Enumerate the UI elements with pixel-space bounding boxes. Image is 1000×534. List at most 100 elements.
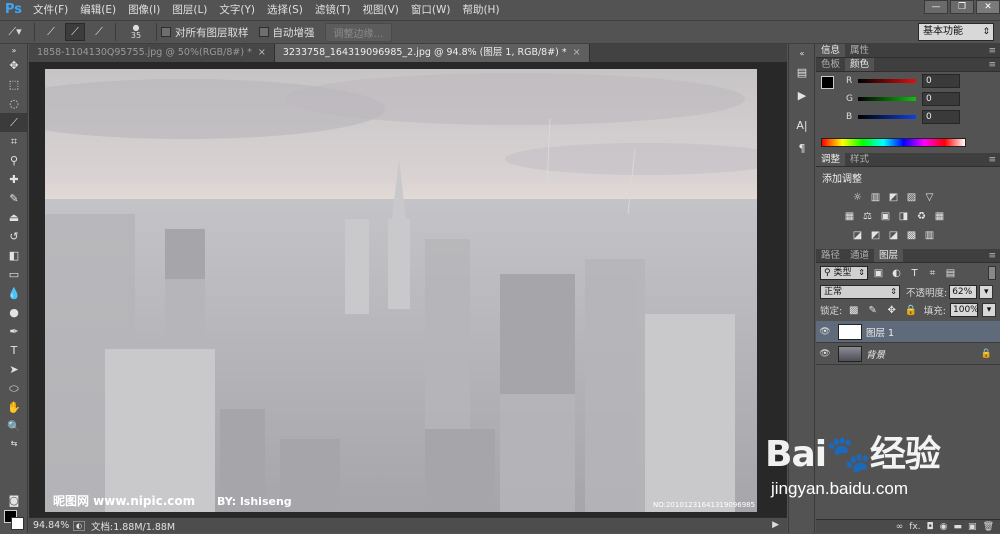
- new-selection-icon[interactable]: ⟋: [41, 23, 61, 41]
- photo-filter-icon[interactable]: ◨: [896, 210, 911, 223]
- sample-all-layers-checkbox[interactable]: 对所有图层取样: [161, 25, 249, 40]
- tab-info[interactable]: 信息: [816, 44, 846, 57]
- subtract-from-selection-icon[interactable]: ⟋: [89, 23, 109, 41]
- color-slider-r[interactable]: R 0: [816, 72, 1000, 90]
- history-panel-icon[interactable]: ▤: [790, 62, 814, 82]
- layer-row[interactable]: 👁 图层 1: [816, 321, 1000, 343]
- pen-tool-icon[interactable]: ✒: [0, 322, 28, 341]
- brush-tool-icon[interactable]: ✎: [0, 189, 28, 208]
- visibility-eye-icon[interactable]: 👁: [816, 327, 834, 337]
- tab-styles[interactable]: 样式: [845, 153, 874, 166]
- black-white-icon[interactable]: ▣: [878, 210, 893, 223]
- lock-position-icon[interactable]: ✥: [884, 304, 899, 317]
- panel-menu-icon[interactable]: ≡: [988, 44, 1000, 57]
- panel-menu-icon[interactable]: ≡: [988, 58, 1000, 71]
- color-slider-b[interactable]: B 0: [816, 108, 1000, 126]
- threshold-icon[interactable]: ◪: [886, 229, 901, 242]
- red-value-field[interactable]: 0: [922, 74, 960, 88]
- fill-input[interactable]: 100%: [950, 303, 979, 317]
- quick-mask-icon[interactable]: ◙: [0, 491, 28, 510]
- tab-swatches[interactable]: 色板: [816, 58, 845, 71]
- tab-paths[interactable]: 路径: [816, 249, 845, 262]
- layer-name[interactable]: 背景: [866, 347, 885, 361]
- green-value-field[interactable]: 0: [922, 92, 960, 106]
- new-group-icon[interactable]: ▬: [954, 520, 963, 533]
- color-balance-icon[interactable]: ⚖: [860, 210, 875, 223]
- document-image[interactable]: 昵图网 www.nipic.com BY: lshiseng NO:201012…: [45, 69, 757, 512]
- panel-menu-icon[interactable]: ≡: [988, 249, 1000, 262]
- menu-select[interactable]: 选择(S): [261, 0, 309, 20]
- levels-icon[interactable]: ▥: [868, 191, 883, 204]
- document-tab[interactable]: 1858-1104130Q95755.jpg @ 50%(RGB/8#) * ×: [29, 44, 275, 62]
- color-lookup-icon[interactable]: ▦: [932, 210, 947, 223]
- panel-menu-icon[interactable]: ≡: [988, 153, 1000, 166]
- opacity-dropdown-icon[interactable]: ▾: [979, 285, 994, 299]
- status-info-icon[interactable]: ◐: [73, 520, 85, 531]
- move-tool-icon[interactable]: ✥: [0, 56, 28, 75]
- clone-stamp-tool-icon[interactable]: ⏏: [0, 208, 28, 227]
- menu-help[interactable]: 帮助(H): [456, 0, 505, 20]
- layer-name[interactable]: 图层 1: [866, 325, 894, 339]
- blue-value-field[interactable]: 0: [922, 110, 960, 124]
- link-layers-icon[interactable]: ∞: [896, 520, 904, 533]
- tool-preset-picker[interactable]: ⟋▾: [2, 23, 28, 41]
- crop-tool-icon[interactable]: ⌗: [0, 132, 28, 151]
- workspace-select[interactable]: 基本功能: [918, 23, 994, 41]
- eraser-tool-icon[interactable]: ◧: [0, 246, 28, 265]
- posterize-icon[interactable]: ◩: [868, 229, 883, 242]
- filter-type-icon[interactable]: T: [907, 267, 922, 280]
- blue-slider-bar[interactable]: [858, 115, 916, 119]
- filter-smart-object-icon[interactable]: ▤: [943, 267, 958, 280]
- menu-image[interactable]: 图像(I): [122, 0, 166, 20]
- opacity-input[interactable]: 62%: [949, 285, 978, 299]
- eyedropper-tool-icon[interactable]: ⚲: [0, 151, 28, 170]
- filter-shape-icon[interactable]: ⌗: [925, 267, 940, 280]
- menu-type[interactable]: 文字(Y): [213, 0, 261, 20]
- menu-window[interactable]: 窗口(W): [405, 0, 457, 20]
- quick-selection-tool-icon[interactable]: ⟋: [0, 113, 28, 132]
- color-slider-g[interactable]: G 0: [816, 90, 1000, 108]
- new-layer-icon[interactable]: ▣: [968, 520, 977, 533]
- tab-channels[interactable]: 通道: [845, 249, 874, 262]
- layer-style-icon[interactable]: fx.: [909, 520, 920, 533]
- actions-panel-icon[interactable]: ▶: [790, 85, 814, 105]
- minimize-button[interactable]: —: [924, 0, 948, 14]
- new-adjustment-layer-icon[interactable]: ◉: [940, 520, 948, 533]
- color-ramp[interactable]: [821, 138, 966, 147]
- menu-view[interactable]: 视图(V): [356, 0, 404, 20]
- zoom-level[interactable]: 94.84%: [29, 520, 69, 531]
- document-tab-active[interactable]: 3233758_164319096985_2.jpg @ 94.8% (图层 1…: [274, 44, 590, 62]
- filter-toggle[interactable]: [988, 266, 996, 280]
- green-slider-bar[interactable]: [858, 97, 916, 101]
- invert-icon[interactable]: ◪: [850, 229, 865, 242]
- add-mask-icon[interactable]: ◘: [927, 520, 934, 533]
- hand-tool-icon[interactable]: ✋: [0, 398, 28, 417]
- marquee-tool-icon[interactable]: ⬚: [0, 75, 28, 94]
- visibility-eye-icon[interactable]: 👁: [816, 349, 834, 359]
- curves-icon[interactable]: ◩: [886, 191, 901, 204]
- lock-pixels-icon[interactable]: ✎: [865, 304, 880, 317]
- restore-button[interactable]: ❐: [950, 0, 974, 14]
- refine-edge-button[interactable]: 调整边缘...: [324, 22, 393, 42]
- menu-layer[interactable]: 图层(L): [166, 0, 213, 20]
- red-slider-bar[interactable]: [858, 79, 916, 83]
- layer-filter-kind-select[interactable]: ⚲ 类型: [820, 266, 868, 280]
- tab-color[interactable]: 颜色: [845, 58, 875, 71]
- zoom-tool-icon[interactable]: 🔍: [0, 417, 28, 436]
- character-panel-icon[interactable]: A|: [790, 115, 814, 135]
- fill-dropdown-icon[interactable]: ▾: [982, 303, 996, 317]
- gradient-tool-icon[interactable]: ▭: [0, 265, 28, 284]
- screen-mode-icon[interactable]: [0, 510, 28, 529]
- gradient-map-icon[interactable]: ▥: [922, 229, 937, 242]
- blend-mode-select[interactable]: 正常: [820, 285, 900, 299]
- dodge-tool-icon[interactable]: ●: [0, 303, 28, 322]
- lock-transparency-icon[interactable]: ▩: [846, 304, 861, 317]
- close-tab-icon[interactable]: ×: [258, 47, 266, 58]
- auto-enhance-checkbox[interactable]: 自动增强: [258, 25, 315, 40]
- filter-adjustment-icon[interactable]: ◐: [889, 267, 904, 280]
- tab-properties[interactable]: 属性: [845, 44, 874, 57]
- paragraph-panel-icon[interactable]: ¶: [790, 138, 814, 158]
- lock-all-icon[interactable]: 🔒: [903, 304, 918, 317]
- selective-color-icon[interactable]: ▩: [904, 229, 919, 242]
- filter-pixel-icon[interactable]: ▣: [871, 267, 886, 280]
